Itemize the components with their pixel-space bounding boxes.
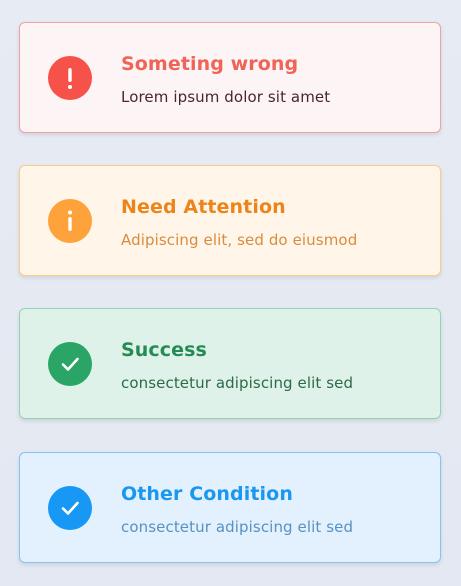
alert-info: Other Condition consectetur adipiscing e… bbox=[19, 452, 441, 563]
alert-warning: Need Attention Adipiscing elit, sed do e… bbox=[19, 165, 441, 276]
alert-message: Adipiscing elit, sed do eiusmod bbox=[121, 231, 358, 249]
alert-message: consectetur adipiscing elit sed bbox=[121, 374, 354, 392]
alert-error: Someting wrong Lorem ipsum dolor sit ame… bbox=[19, 22, 441, 133]
alert-message: Lorem ipsum dolor sit amet bbox=[121, 88, 331, 106]
checkmark-icon bbox=[48, 342, 92, 386]
exclamation-icon bbox=[48, 56, 92, 100]
alert-title: Need Attention bbox=[121, 196, 286, 218]
info-icon bbox=[48, 199, 92, 243]
alert-title: Success bbox=[121, 339, 207, 361]
alert-success: Success consectetur adipiscing elit sed bbox=[19, 308, 441, 419]
alert-title: Other Condition bbox=[121, 483, 293, 505]
alert-title: Someting wrong bbox=[121, 53, 299, 75]
checkmark-icon bbox=[48, 486, 92, 530]
alert-message: consectetur adipiscing elit sed bbox=[121, 518, 354, 536]
